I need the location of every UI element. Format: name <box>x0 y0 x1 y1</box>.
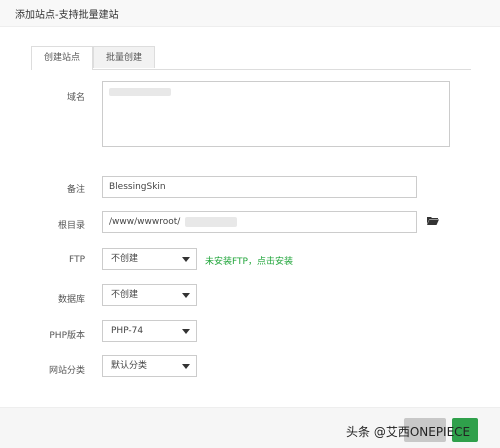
php-version-value: PHP-74 <box>111 326 144 336</box>
dialog-titlebar: 添加站点-支持批量建站 <box>0 0 500 27</box>
chevron-down-icon <box>182 257 190 262</box>
tab-create-site[interactable]: 创建站点 <box>31 46 93 70</box>
domain-label: 域名 <box>66 93 85 103</box>
tab-bar: 创建站点 批量创建 <box>31 46 471 70</box>
watermark-text: 头条 @艾西ONEPIECE <box>346 425 471 439</box>
root-dir-input[interactable]: /www/wwwroot/ <box>102 211 417 233</box>
domain-textarea[interactable] <box>102 81 450 147</box>
chevron-down-icon <box>182 364 190 369</box>
category-select-value: 默认分类 <box>111 361 148 371</box>
chevron-down-icon <box>182 329 190 334</box>
ftp-select[interactable]: 不创建 <box>102 248 197 270</box>
ftp-select-value: 不创建 <box>111 254 139 264</box>
database-select-value: 不创建 <box>111 290 139 300</box>
redacted-domain <box>109 88 171 96</box>
ftp-label: FTP <box>69 255 85 265</box>
remark-input[interactable]: BlessingSkin <box>102 176 417 198</box>
database-label: 数据库 <box>57 295 85 305</box>
tab-batch-create[interactable]: 批量创建 <box>93 46 155 68</box>
ftp-install-link[interactable]: 未安装FTP，点击安装 <box>205 254 293 267</box>
folder-open-icon[interactable] <box>427 216 439 225</box>
root-dir-value: /www/wwwroot/ <box>109 217 181 227</box>
dialog-title: 添加站点-支持批量建站 <box>15 10 119 21</box>
php-version-select[interactable]: PHP-74 <box>102 320 197 342</box>
remark-label: 备注 <box>66 185 85 195</box>
category-select[interactable]: 默认分类 <box>102 355 197 377</box>
redacted-path <box>185 217 237 227</box>
root-dir-label: 根目录 <box>57 221 85 231</box>
database-select[interactable]: 不创建 <box>102 284 197 306</box>
chevron-down-icon <box>182 293 190 298</box>
category-label: 网站分类 <box>48 366 85 376</box>
php-version-label: PHP版本 <box>49 331 85 341</box>
